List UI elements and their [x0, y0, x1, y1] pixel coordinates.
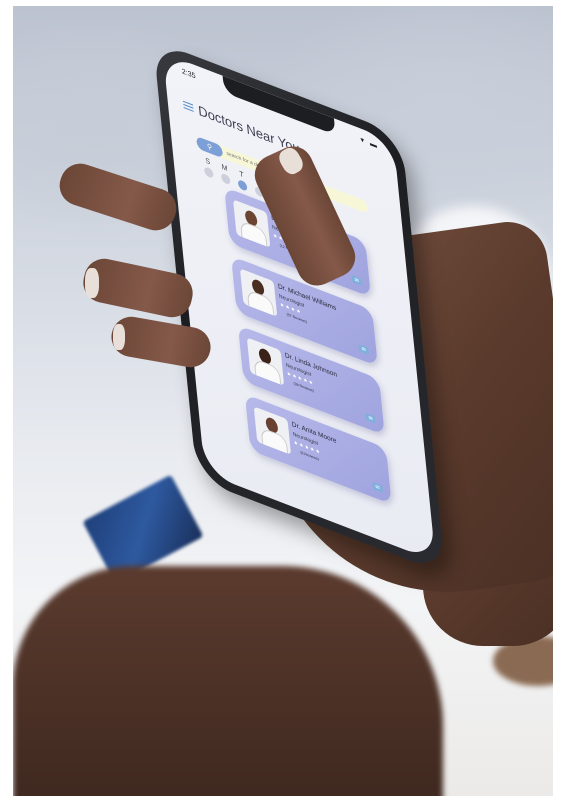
status-time: 2:35	[181, 68, 196, 81]
doctor-photo	[246, 337, 285, 386]
search-button[interactable]: ⚲	[196, 135, 224, 159]
day-letter: T	[239, 170, 245, 180]
day-monday[interactable]: M	[219, 163, 232, 186]
fingernail	[85, 268, 99, 298]
doctor-photo	[233, 199, 271, 248]
phone-screen: 2:35 ▾ ▬ Doctors Near You ⚲ S M T W TH F…	[162, 52, 436, 562]
photo-background: 2:35 ▾ ▬ Doctors Near You ⚲ S M T W TH F…	[13, 6, 553, 796]
menu-icon[interactable]	[182, 100, 194, 112]
doctor-photo	[253, 406, 292, 455]
lower-hand	[13, 566, 443, 796]
doctor-photo	[239, 268, 278, 317]
day-letter: M	[221, 163, 228, 174]
message-icon[interactable]: ✉	[351, 274, 363, 286]
smartphone: 2:35 ▾ ▬ Doctors Near You ⚲ S M T W TH F…	[153, 40, 446, 575]
status-icons: ▾ ▬	[360, 136, 380, 151]
message-icon[interactable]: ✉	[372, 481, 383, 493]
day-tuesday[interactable]: T	[236, 169, 249, 192]
day-dot	[203, 166, 214, 179]
fingernail	[113, 324, 125, 350]
search-icon: ⚲	[206, 143, 213, 153]
day-dot-selected	[237, 178, 248, 192]
day-letter: S	[205, 157, 211, 167]
day-sunday[interactable]: S	[202, 156, 215, 179]
index-finger	[54, 158, 182, 236]
message-icon[interactable]: ✉	[365, 412, 376, 424]
message-icon[interactable]: ✉	[358, 343, 370, 355]
day-dot	[220, 172, 231, 186]
